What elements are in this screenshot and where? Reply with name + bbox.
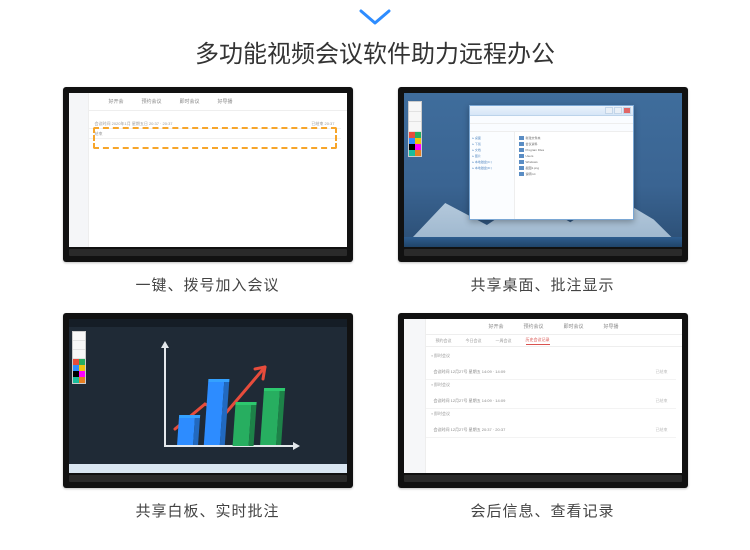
caption: 共享桌面、批注显示 <box>470 274 614 295</box>
caption: 一键、拨号加入会议 <box>135 274 279 295</box>
min-button[interactable] <box>605 107 613 114</box>
annotation-palette[interactable] <box>72 331 86 384</box>
highlight-box <box>93 127 337 149</box>
record-row[interactable]: 会议时间 12月27号 星期五 14:09 · 14:09已结束 <box>426 394 676 409</box>
folder-tree[interactable]: ▸ 桌面▸ 下载▸ 文档▸ 图片▸ 本地磁盘(C:)▸ 本地磁盘(D:) <box>470 132 515 219</box>
monitor-frame: 好开会 预约会议 即时会议 好导播 会议时间 2020年1月 星期五日 20:3… <box>63 87 353 262</box>
tab[interactable]: 好开会 <box>488 323 503 330</box>
feature-join-meeting: 好开会 预约会议 即时会议 好导播 会议时间 2020年1月 星期五日 20:3… <box>60 87 355 295</box>
tab[interactable]: 预约会议 <box>142 96 162 107</box>
palette-color[interactable] <box>79 377 85 383</box>
explorer-window[interactable]: ▸ 桌面▸ 下载▸ 文档▸ 图片▸ 本地磁盘(C:)▸ 本地磁盘(D:) 新建文… <box>469 105 634 220</box>
screen-records: 好开会 预约会议 即时会议 好导播 预约会议 今日会议 一周会议 历史会议记录 … <box>404 319 682 473</box>
record-group: ▪ 即时会议 <box>426 380 676 390</box>
tab[interactable]: 好导播 <box>604 323 619 330</box>
feature-whiteboard: 共享白板、实时批注 <box>60 313 355 521</box>
tab[interactable]: 即时会议 <box>564 323 584 330</box>
monitor-frame <box>63 313 353 488</box>
chevron-down-icon <box>0 0 750 28</box>
soundbar <box>69 249 347 256</box>
caption: 共享白板、实时批注 <box>135 500 279 521</box>
whiteboard-chart <box>164 347 294 447</box>
feature-share-desktop: ▸ 桌面▸ 下载▸ 文档▸ 图片▸ 本地磁盘(C:)▸ 本地磁盘(D:) 新建文… <box>395 87 690 295</box>
record-row[interactable]: 会议时间 12月27号 星期五 14:09 · 14:09已结束 <box>426 365 676 380</box>
chart-bar <box>260 391 280 445</box>
close-button[interactable] <box>623 107 631 114</box>
record-row[interactable]: 会议时间 12月27号 星期五 20:37 · 20:37已结束 <box>426 423 676 438</box>
tab[interactable]: 预约会议 <box>523 323 543 330</box>
subtab[interactable]: 预约会议 <box>436 338 452 344</box>
file-item[interactable]: 说明.txt <box>519 171 629 177</box>
soundbar <box>404 475 682 482</box>
soundbar <box>69 475 347 482</box>
records-list: ▪ 即时会议会议时间 12月27号 星期五 14:09 · 14:09已结束▪ … <box>426 351 676 469</box>
max-button[interactable] <box>614 107 622 114</box>
screen-desktop: ▸ 桌面▸ 下载▸ 文档▸ 图片▸ 本地磁盘(C:)▸ 本地磁盘(D:) 新建文… <box>404 93 682 247</box>
annotation-palette[interactable] <box>408 101 422 157</box>
file-list[interactable]: 新建文件夹会议资料Program FilesUsersWindows截图1.pn… <box>515 132 633 219</box>
subtab[interactable]: 今日会议 <box>466 338 482 344</box>
soundbar <box>404 249 682 256</box>
monitor-frame: ▸ 桌面▸ 下载▸ 文档▸ 图片▸ 本地磁盘(C:)▸ 本地磁盘(D:) 新建文… <box>398 87 688 262</box>
tab[interactable]: 好开会 <box>109 96 124 107</box>
taskbar[interactable] <box>404 237 682 247</box>
feature-grid: 好开会 预约会议 即时会议 好导播 会议时间 2020年1月 星期五日 20:3… <box>0 87 750 521</box>
tab[interactable]: 好导播 <box>218 96 233 107</box>
palette-color[interactable] <box>415 150 421 156</box>
chart-bar <box>177 418 195 445</box>
subtab[interactable]: 一周会议 <box>496 338 512 344</box>
record-group: ▪ 即时会议 <box>426 351 676 361</box>
feature-records: 好开会 预约会议 即时会议 好导播 预约会议 今日会议 一周会议 历史会议记录 … <box>395 313 690 521</box>
chart-bar <box>232 405 251 446</box>
screen-join: 好开会 预约会议 即时会议 好导播 会议时间 2020年1月 星期五日 20:3… <box>69 93 347 247</box>
subtab-active[interactable]: 历史会议记录 <box>526 337 550 345</box>
record-group: ▪ 即时会议 <box>426 409 676 419</box>
tree-item[interactable]: ▸ 本地磁盘(D:) <box>473 165 511 171</box>
screen-whiteboard <box>69 319 347 473</box>
tab[interactable]: 即时会议 <box>180 96 200 107</box>
caption: 会后信息、查看记录 <box>470 500 614 521</box>
page-title: 多功能视频会议软件助力远程办公 <box>0 34 750 69</box>
monitor-frame: 好开会 预约会议 即时会议 好导播 预约会议 今日会议 一周会议 历史会议记录 … <box>398 313 688 488</box>
